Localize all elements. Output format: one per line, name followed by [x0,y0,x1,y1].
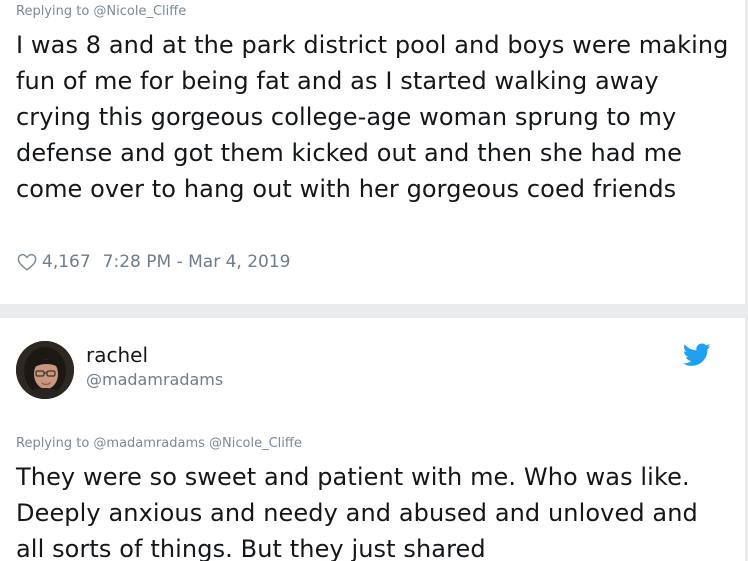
tweet-thread: Replying to @Nicole_Cliffe I was 8 and a… [0,0,748,561]
like-count: 4,167 [42,252,91,272]
user-handle[interactable]: @madamradams [86,370,223,389]
tweet-text: They were so sweet and patient with me. … [16,463,698,561]
tweet-text: I was 8 and at the park district pool an… [16,31,729,203]
tweet-card[interactable]: rachel @madamradams Replying to @madamra… [0,318,745,561]
avatar-image [16,341,74,399]
tweet-card[interactable]: Replying to @Nicole_Cliffe I was 8 and a… [0,0,745,304]
replying-to-label: Replying to @Nicole_Cliffe [16,4,187,19]
user-display-name[interactable]: rachel [86,343,148,367]
twitter-bird-icon[interactable] [683,343,711,367]
tweet-meta: 4,167 7:28 PM - Mar 4, 2019 [16,251,290,273]
heart-outline-icon[interactable] [16,251,38,273]
replying-to-label: Replying to @madamradams @Nicole_Cliffe [16,436,302,451]
tweet-timestamp[interactable]: 7:28 PM - Mar 4, 2019 [103,252,291,272]
avatar[interactable] [16,341,74,399]
